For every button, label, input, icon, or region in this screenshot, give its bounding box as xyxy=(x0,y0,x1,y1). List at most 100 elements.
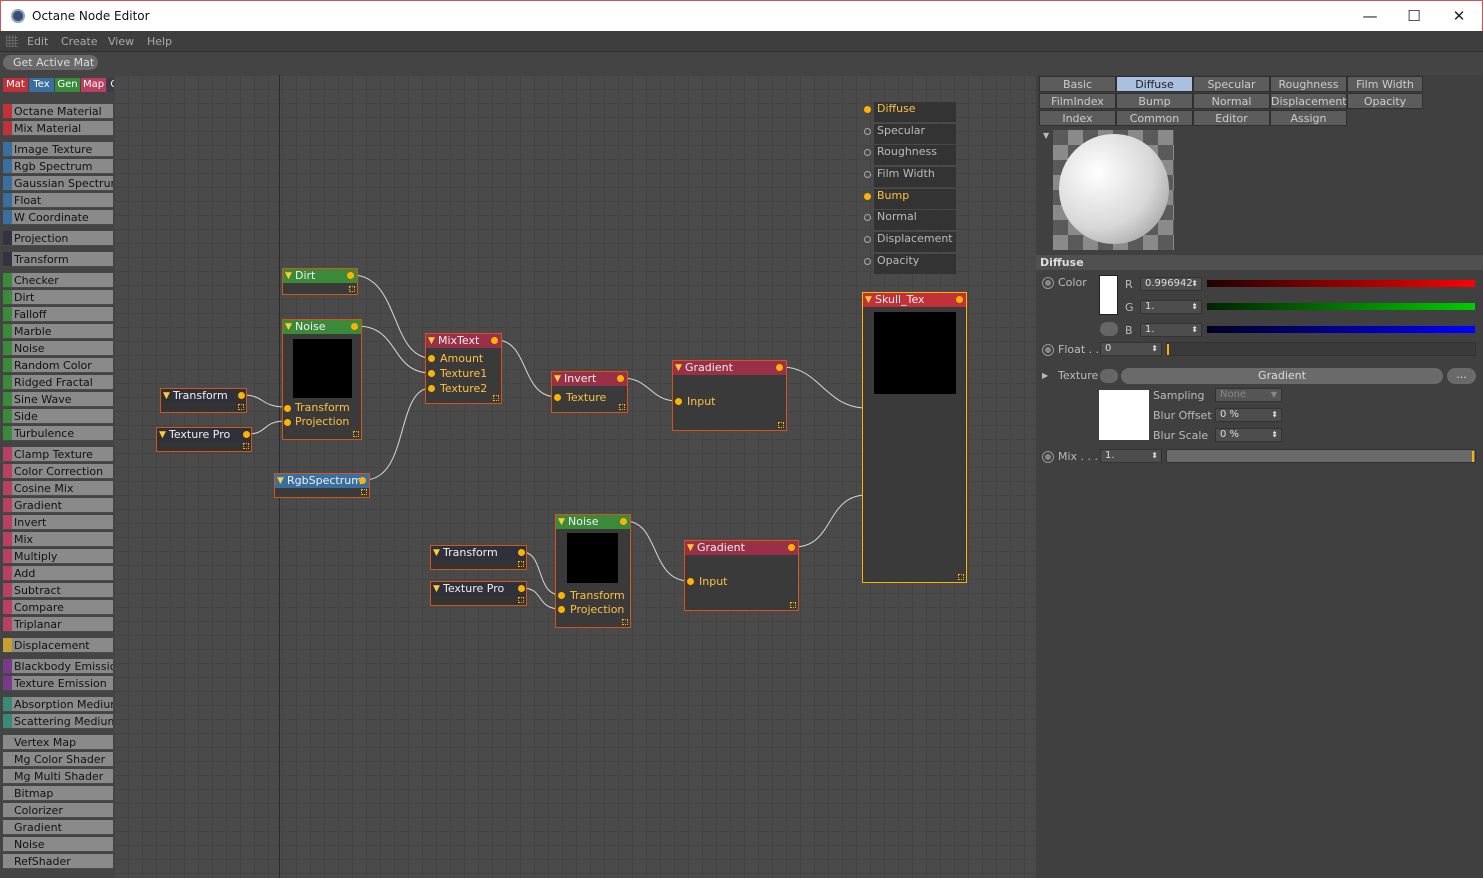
output-port[interactable] xyxy=(351,323,358,330)
collapse-preview-icon[interactable]: ▼ xyxy=(1043,131,1051,140)
collapse-icon[interactable]: ▼ xyxy=(433,546,440,560)
mix-value-field[interactable]: 1. ⬍ xyxy=(1100,449,1162,463)
output-port[interactable] xyxy=(956,296,963,303)
minimize-button[interactable]: — xyxy=(1347,1,1393,32)
input-port[interactable] xyxy=(558,592,565,599)
resize-grip[interactable] xyxy=(778,422,784,428)
float-slider[interactable] xyxy=(1166,342,1476,356)
r-slider[interactable] xyxy=(1207,280,1475,287)
tab-filmindex[interactable]: FilmIndex xyxy=(1039,93,1116,109)
palette-item[interactable]: Gradient xyxy=(3,498,113,513)
resize-grip[interactable] xyxy=(493,395,499,401)
output-port[interactable] xyxy=(491,337,498,344)
color-expand-button[interactable] xyxy=(1100,322,1118,336)
menu-view[interactable]: View xyxy=(108,35,134,48)
collapse-icon[interactable]: ▼ xyxy=(865,293,872,307)
input-port[interactable] xyxy=(864,214,871,221)
resize-grip[interactable] xyxy=(353,431,359,437)
grip-icon[interactable] xyxy=(6,35,18,47)
tab-diffuse[interactable]: Diffuse xyxy=(1116,76,1193,92)
collapse-icon[interactable]: ▼ xyxy=(285,320,292,334)
resize-grip[interactable] xyxy=(243,443,249,449)
palette-item[interactable]: Turbulence xyxy=(3,426,113,441)
resize-grip[interactable] xyxy=(622,619,628,625)
spinner-icon[interactable]: ⬍ xyxy=(1191,324,1198,336)
b-value-field[interactable]: 1. ⬍ xyxy=(1140,323,1202,337)
palette-item[interactable]: Noise xyxy=(3,837,113,852)
palette-item[interactable]: Checker xyxy=(3,273,113,288)
palette-item[interactable]: Mix xyxy=(3,532,113,547)
input-port[interactable] xyxy=(558,606,565,613)
output-port[interactable] xyxy=(617,375,624,382)
input-port[interactable] xyxy=(687,578,694,585)
palette-item[interactable]: Rgb Spectrum xyxy=(3,159,113,174)
collapse-icon[interactable]: ▼ xyxy=(687,541,694,555)
node-rgbspectrum[interactable]: ▼ RgbSpectrum xyxy=(274,473,370,498)
tab-basic[interactable]: Basic xyxy=(1039,76,1116,92)
texture-expand-icon[interactable]: ▶ xyxy=(1042,371,1048,380)
collapse-icon[interactable]: ▼ xyxy=(554,372,561,386)
spinner-icon[interactable]: ⬍ xyxy=(1271,409,1278,421)
palette-item[interactable]: Cosine Mix xyxy=(3,481,113,496)
palette-item[interactable]: Multiply xyxy=(3,549,113,564)
input-port[interactable] xyxy=(864,258,871,265)
output-port[interactable] xyxy=(243,431,250,438)
r-value-field[interactable]: 0.996942 ⬍ xyxy=(1140,277,1202,291)
texture-shader-button[interactable]: Gradient xyxy=(1121,368,1443,384)
maximize-button[interactable]: ☐ xyxy=(1391,1,1437,32)
category-tab-map[interactable]: Map xyxy=(81,78,106,92)
palette-item[interactable]: Subtract xyxy=(3,583,113,598)
resize-grip[interactable] xyxy=(518,597,524,603)
spinner-icon[interactable]: ⬍ xyxy=(1151,450,1158,462)
resize-grip[interactable] xyxy=(619,404,625,410)
output-port[interactable] xyxy=(788,544,795,551)
resize-grip[interactable] xyxy=(361,489,367,495)
menu-help[interactable]: Help xyxy=(147,35,172,48)
palette-item[interactable]: Bitmap xyxy=(3,786,113,801)
palette-item[interactable]: Triplanar xyxy=(3,617,113,632)
node-transform-2[interactable]: ▼ Transform xyxy=(430,545,527,570)
b-slider[interactable] xyxy=(1207,326,1475,333)
node-mixtexture[interactable]: ▼ MixText Amount Texture1 Texture2 xyxy=(425,333,502,404)
resize-grip[interactable] xyxy=(349,286,355,292)
tab-common[interactable]: Common xyxy=(1116,110,1193,126)
input-port[interactable] xyxy=(864,128,871,135)
g-slider[interactable] xyxy=(1207,303,1475,310)
palette-item[interactable]: Sine Wave xyxy=(3,392,113,407)
input-port[interactable] xyxy=(428,385,435,392)
collapse-icon[interactable]: ▼ xyxy=(675,361,682,375)
palette-item[interactable]: Gaussian Spectrum xyxy=(3,176,113,191)
tab-editor[interactable]: Editor xyxy=(1193,110,1270,126)
node-gradient-2[interactable]: ▼ Gradient Input xyxy=(684,540,799,611)
output-port[interactable] xyxy=(518,549,525,556)
color-swatch[interactable] xyxy=(1099,275,1118,315)
collapse-icon[interactable]: ▼ xyxy=(285,269,292,283)
palette-item[interactable]: Falloff xyxy=(3,307,113,322)
palette-item[interactable]: Mix Material xyxy=(3,121,113,136)
input-port[interactable] xyxy=(864,236,871,243)
node-invert[interactable]: ▼ Invert Texture xyxy=(551,371,628,413)
tab-bump[interactable]: Bump xyxy=(1116,93,1193,109)
float-value-field[interactable]: 0 ⬍ xyxy=(1100,342,1162,356)
palette-item[interactable]: Texture Emission xyxy=(3,676,113,691)
sampling-select[interactable]: None ▼ xyxy=(1215,388,1282,402)
node-texture-projection-2[interactable]: ▼ Texture Pro xyxy=(430,581,527,606)
tab-specular[interactable]: Specular xyxy=(1193,76,1270,92)
palette-item[interactable]: Color Correction xyxy=(3,464,113,479)
input-port[interactable] xyxy=(284,405,291,412)
input-port[interactable] xyxy=(428,370,435,377)
tab-normal[interactable]: Normal xyxy=(1193,93,1270,109)
get-active-mat-button[interactable]: Get Active Mat xyxy=(3,55,98,70)
output-port[interactable] xyxy=(518,585,525,592)
output-port[interactable] xyxy=(347,272,354,279)
menu-create[interactable]: Create xyxy=(61,35,98,48)
collapse-icon[interactable]: ▼ xyxy=(159,428,166,442)
tab-index[interactable]: Index xyxy=(1039,110,1116,126)
palette-item[interactable]: Blackbody Emission xyxy=(3,659,113,674)
category-tab-tex[interactable]: Tex xyxy=(29,78,54,92)
input-port[interactable] xyxy=(284,419,291,426)
mix-slider[interactable] xyxy=(1166,449,1476,463)
palette-item[interactable]: Noise xyxy=(3,341,113,356)
collapse-icon[interactable]: ▼ xyxy=(277,474,284,488)
palette-item[interactable]: Ridged Fractal xyxy=(3,375,113,390)
